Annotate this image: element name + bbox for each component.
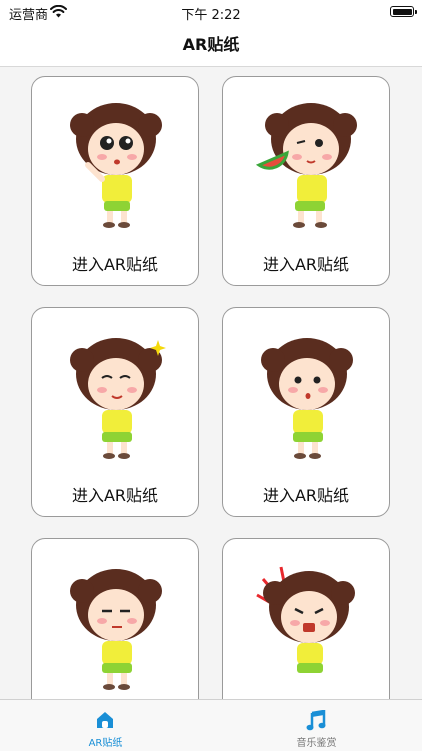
sticker-card-1[interactable]: 进入AR贴纸: [31, 76, 199, 286]
sticker-card-4[interactable]: 进入AR贴纸: [222, 307, 390, 517]
girl-watermelon-sticker-icon: [255, 103, 357, 228]
sticker-card-3[interactable]: 进入AR贴纸: [31, 307, 199, 517]
nav-bar: AR贴纸: [0, 24, 422, 67]
enter-ar-label: 进入AR贴纸: [262, 486, 350, 505]
enter-ar-label: 进入AR贴纸: [262, 255, 350, 274]
sticker-card-5[interactable]: [31, 538, 199, 699]
girl-shocked-sticker-icon: [261, 338, 353, 459]
enter-ar-label: 进入AR贴纸: [71, 255, 159, 274]
sticker-grid[interactable]: 进入AR贴纸 进入AR贴纸 进入AR贴纸 进入AR贴纸: [0, 67, 422, 699]
music-note-icon: [306, 710, 326, 731]
home-icon: [97, 712, 113, 728]
tab-bar: AR贴纸 音乐鉴赏: [0, 699, 422, 751]
enter-ar-label: 进入AR贴纸: [71, 486, 159, 505]
sticker-card-6[interactable]: [222, 538, 390, 699]
tab-label: 音乐鉴赏: [296, 738, 337, 749]
tab-label: AR贴纸: [88, 738, 123, 749]
tab-ar-stickers[interactable]: AR贴纸: [0, 700, 211, 751]
girl-surprised-sticker-icon: [70, 103, 162, 228]
page-title: AR贴纸: [182, 35, 240, 54]
girl-smug-pointing-sticker-icon: [70, 569, 162, 690]
sticker-card-2[interactable]: 进入AR贴纸: [222, 76, 390, 286]
girl-wink-sparkle-sticker-icon: [70, 338, 166, 459]
girl-angry-sticker-icon: [256, 566, 355, 673]
status-bar: 运营商 下午 2:22: [0, 0, 422, 24]
tab-music[interactable]: 音乐鉴赏: [211, 700, 422, 751]
clock: 下午 2:22: [181, 8, 241, 23]
battery-icon: [390, 6, 417, 17]
